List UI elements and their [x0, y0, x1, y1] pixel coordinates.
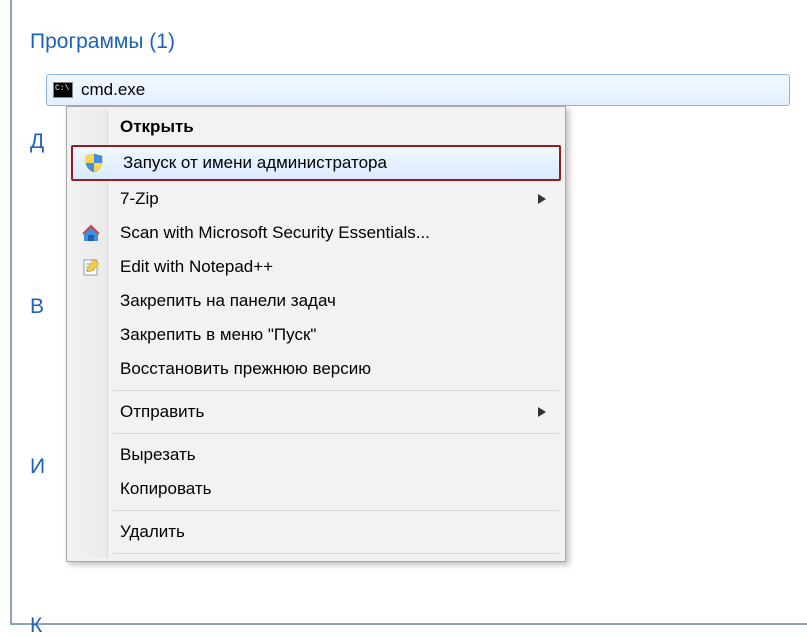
menu-separator — [113, 553, 559, 554]
search-result-label: cmd.exe — [81, 80, 145, 100]
menu-item-mse-scan[interactable]: Scan with Microsoft Security Essentials.… — [70, 216, 562, 250]
menu-item-label: Отправить — [120, 402, 204, 422]
menu-item-label: Восстановить прежнюю версию — [120, 359, 371, 379]
menu-item-copy[interactable]: Копировать — [70, 472, 562, 506]
mse-house-icon — [80, 222, 102, 244]
menu-item-pin-taskbar[interactable]: Закрепить на панели задач — [70, 284, 562, 318]
menu-item-send-to[interactable]: Отправить — [70, 395, 562, 429]
section-v-header: В — [30, 295, 44, 319]
menu-item-label: Edit with Notepad++ — [120, 257, 273, 277]
section-i-header: И — [30, 455, 45, 479]
start-menu-search-panel: Программы (1) Д В И К cmd.exe Открыть — [10, 0, 807, 625]
submenu-arrow-icon — [538, 407, 546, 417]
shield-icon — [83, 152, 105, 174]
menu-item-label: 7-Zip — [120, 189, 159, 209]
menu-item-label: Закрепить на панели задач — [120, 291, 336, 311]
cmd-icon — [53, 82, 73, 98]
menu-item-label: Копировать — [120, 479, 212, 499]
menu-item-label: Открыть — [120, 117, 194, 137]
menu-item-label: Scan with Microsoft Security Essentials.… — [120, 223, 430, 243]
menu-separator — [113, 510, 559, 511]
menu-item-run-as-admin[interactable]: Запуск от имени администратора — [71, 145, 561, 181]
section-d-header: Д — [30, 130, 44, 154]
menu-item-label: Удалить — [120, 522, 185, 542]
context-menu: Открыть Запуск от имени администратора — [66, 106, 566, 562]
menu-item-open[interactable]: Открыть — [70, 110, 562, 144]
section-k-header: К — [30, 614, 42, 638]
section-programs-header: Программы (1) — [30, 30, 175, 54]
submenu-arrow-icon — [538, 194, 546, 204]
menu-item-label: Закрепить в меню "Пуск" — [120, 325, 316, 345]
menu-item-delete[interactable]: Удалить — [70, 515, 562, 549]
menu-item-7zip[interactable]: 7-Zip — [70, 182, 562, 216]
menu-item-label: Запуск от имени администратора — [123, 153, 387, 173]
search-result-cmd[interactable]: cmd.exe — [46, 74, 790, 106]
menu-item-pin-start[interactable]: Закрепить в меню "Пуск" — [70, 318, 562, 352]
menu-separator — [113, 433, 559, 434]
menu-item-restore-prev-version[interactable]: Восстановить прежнюю версию — [70, 352, 562, 386]
notepad-icon — [80, 256, 102, 278]
menu-separator — [113, 390, 559, 391]
menu-item-cut[interactable]: Вырезать — [70, 438, 562, 472]
menu-item-notepadpp[interactable]: Edit with Notepad++ — [70, 250, 562, 284]
menu-item-label: Вырезать — [120, 445, 196, 465]
